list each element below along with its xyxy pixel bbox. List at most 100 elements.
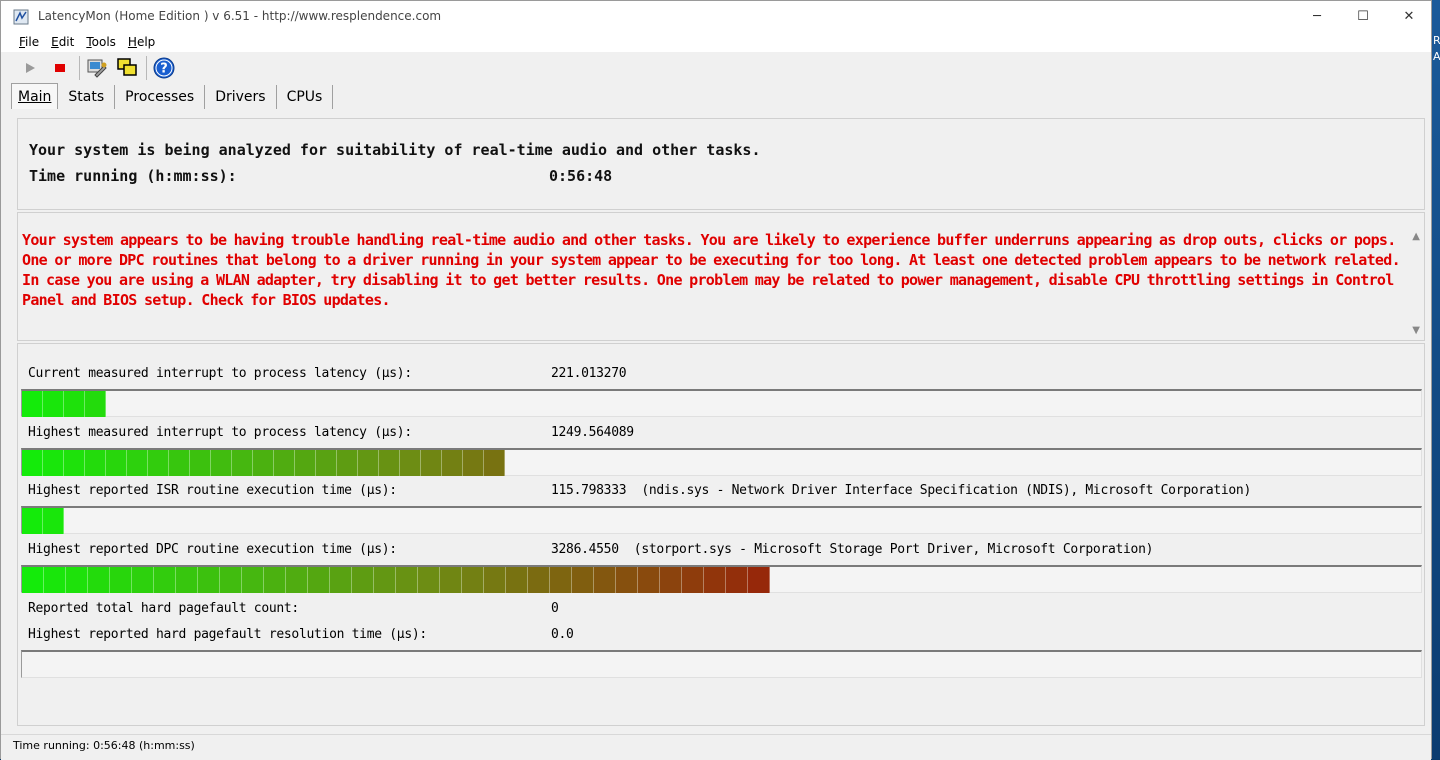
meter-segment xyxy=(64,450,85,476)
meter-segment xyxy=(572,567,594,593)
meter-segment xyxy=(660,567,682,593)
meter-segment xyxy=(88,567,110,593)
meter-segment xyxy=(308,567,330,593)
meter-segment xyxy=(127,450,148,476)
help-button[interactable]: ? xyxy=(151,55,177,81)
meter-segment xyxy=(463,450,484,476)
meter-segment xyxy=(286,567,308,593)
meter-segment xyxy=(232,450,253,476)
meter-segment xyxy=(484,450,505,476)
meter-segment xyxy=(442,450,463,476)
meter-segment xyxy=(264,567,286,593)
tab-cpus[interactable]: CPUs xyxy=(277,85,334,109)
minimize-button[interactable]: ─ xyxy=(1294,1,1340,32)
meter-fill xyxy=(22,567,770,593)
meter-segment xyxy=(704,567,726,593)
meter-segment xyxy=(594,567,616,593)
dpc-meter xyxy=(21,565,1422,593)
meter-segment xyxy=(379,450,400,476)
window-title: LatencyMon (Home Edition ) v 6.51 - http… xyxy=(38,9,442,23)
meter-segment xyxy=(726,567,748,593)
latencymon-window: LatencyMon (Home Edition ) v 6.51 - http… xyxy=(0,0,1432,760)
metric-value: 1249.564089 xyxy=(551,425,634,440)
meter-segment xyxy=(85,391,106,417)
metric-value: 3286.4550 (storport.sys - Microsoft Stor… xyxy=(551,542,1154,557)
metric-label: Highest reported ISR routine execution t… xyxy=(28,483,397,498)
meter-segment xyxy=(506,567,528,593)
tab-stats[interactable]: Stats xyxy=(58,85,116,109)
meter-segment xyxy=(169,450,190,476)
close-button[interactable]: ✕ xyxy=(1386,1,1432,32)
meter-segment xyxy=(253,450,274,476)
meter-segment xyxy=(528,567,550,593)
scroll-up-icon[interactable]: ▲ xyxy=(1412,231,1420,242)
maximize-button[interactable]: ☐ xyxy=(1340,1,1386,32)
meter-segment xyxy=(148,450,169,476)
metric-label: Current measured interrupt to process la… xyxy=(28,366,412,381)
windows-icon xyxy=(117,58,137,76)
meter-segment xyxy=(462,567,484,593)
meter-segment xyxy=(682,567,704,593)
pagefault-time-label: Highest reported hard pagefault resoluti… xyxy=(28,627,427,642)
tab-bar: Main Stats Processes Drivers CPUs xyxy=(11,83,334,109)
meter-segment xyxy=(374,567,396,593)
meter-segment xyxy=(43,391,64,417)
scroll-down-icon[interactable]: ▼ xyxy=(1412,325,1420,336)
pagefault-time-value: 0.0 xyxy=(551,627,574,642)
svg-text:?: ? xyxy=(160,62,168,77)
conclusion-panel[interactable]: Your system appears to be having trouble… xyxy=(17,212,1425,341)
toolbar: ? xyxy=(1,53,1431,83)
meter-segment xyxy=(211,450,232,476)
meter-segment xyxy=(550,567,572,593)
title-bar[interactable]: LatencyMon (Home Edition ) v 6.51 - http… xyxy=(1,1,1431,32)
pagefault-count-value: 0 xyxy=(551,601,559,616)
menu-tools[interactable]: Tools xyxy=(84,35,118,49)
meter-segment xyxy=(22,450,43,476)
toolbar-separator xyxy=(79,56,80,80)
meter-segment xyxy=(242,567,264,593)
meter-segment xyxy=(43,450,64,476)
tab-main[interactable]: Main xyxy=(11,83,59,109)
start-button[interactable] xyxy=(17,55,43,81)
meter-segment xyxy=(274,450,295,476)
analysis-header-panel: Your system is being analyzed for suitab… xyxy=(17,118,1425,210)
meter-segment xyxy=(337,450,358,476)
desktop-letter: R xyxy=(1433,34,1440,47)
menu-help[interactable]: Help xyxy=(126,35,157,49)
meter-segment xyxy=(85,450,106,476)
pagefault-meter xyxy=(21,650,1422,678)
stop-icon xyxy=(55,64,65,72)
meter-segment xyxy=(316,450,337,476)
tab-processes[interactable]: Processes xyxy=(115,85,206,109)
tools-button[interactable] xyxy=(84,55,110,81)
toolbar-separator xyxy=(146,56,147,80)
meter-segment xyxy=(132,567,154,593)
close-icon: ✕ xyxy=(1403,9,1415,24)
windows-button[interactable] xyxy=(114,55,140,81)
meter-fill xyxy=(22,508,64,534)
analysis-status-text: Your system is being analyzed for suitab… xyxy=(29,141,761,159)
meter-segment xyxy=(22,391,43,417)
wrench-icon xyxy=(87,59,107,78)
menu-file[interactable]: File xyxy=(17,35,41,49)
conclusion-text: Your system appears to be having trouble… xyxy=(22,231,1401,309)
meter-segment xyxy=(421,450,442,476)
meter-segment xyxy=(198,567,220,593)
isr-meter xyxy=(21,506,1422,534)
meter-segment xyxy=(64,391,85,417)
meter-segment xyxy=(154,567,176,593)
meter-fill xyxy=(22,391,106,417)
metric-value: 115.798333 (ndis.sys - Network Driver In… xyxy=(551,483,1251,498)
meter-segment xyxy=(396,567,418,593)
meter-segment xyxy=(358,450,379,476)
meter-segment xyxy=(484,567,506,593)
tab-drivers[interactable]: Drivers xyxy=(205,85,277,109)
desktop-edge: R A xyxy=(1432,0,1440,759)
stop-button[interactable] xyxy=(47,55,73,81)
metric-value: 221.013270 xyxy=(551,366,627,381)
status-text: Time running: 0:56:48 (h:mm:ss) xyxy=(13,739,195,752)
latency-meter xyxy=(21,389,1422,417)
meter-segment xyxy=(43,508,64,534)
meter-segment xyxy=(44,567,66,593)
menu-edit[interactable]: Edit xyxy=(49,35,76,49)
